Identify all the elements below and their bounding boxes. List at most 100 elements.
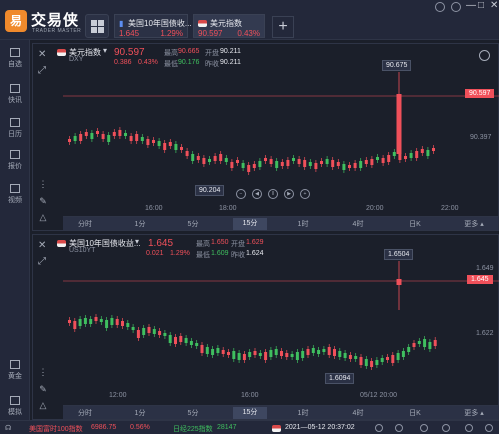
- candle: [348, 352, 352, 362]
- x-axis-label: 18:00: [219, 205, 237, 212]
- volume-icon[interactable]: [465, 424, 473, 432]
- candle: [415, 148, 419, 161]
- candle: [126, 320, 130, 330]
- candle: [184, 335, 188, 346]
- layout-grid-button[interactable]: [85, 14, 109, 38]
- sidebar-label: 日历: [8, 131, 22, 138]
- candle: [290, 351, 294, 360]
- tf-timeshare[interactable]: 分时: [75, 408, 95, 418]
- candle: [158, 328, 162, 338]
- x-axis-label: 22:00: [441, 205, 459, 212]
- tf-1hour[interactable]: 1时: [293, 219, 313, 229]
- draw-tool-icon[interactable]: ⋮: [37, 179, 49, 191]
- candle: [428, 339, 432, 352]
- pause-icon[interactable]: ‖: [268, 189, 278, 199]
- candle: [308, 159, 312, 169]
- y-axis-label: 90.397: [470, 134, 492, 141]
- sidebar-item-simulate[interactable]: 模拟: [0, 396, 30, 417]
- candle: [205, 344, 209, 357]
- tf-5min[interactable]: 5分: [183, 408, 203, 418]
- candlestick-chart-dxy[interactable]: [33, 44, 499, 232]
- pen-tool-icon[interactable]: ✎: [37, 384, 49, 396]
- candle: [407, 344, 411, 355]
- candle: [386, 354, 389, 363]
- bell-icon[interactable]: [485, 424, 493, 432]
- candle: [303, 157, 307, 170]
- tf-daily[interactable]: 日K: [405, 219, 425, 229]
- tf-1min[interactable]: 1分: [130, 219, 150, 229]
- close-button[interactable]: ✕: [490, 0, 498, 11]
- candle: [174, 141, 178, 153]
- timeframe-bar: 分时 1分 5分 15分 1时 4时 日K 更多 ▴: [63, 405, 499, 419]
- sidebar-item-video[interactable]: 视频: [0, 184, 30, 205]
- link-icon[interactable]: [375, 424, 383, 432]
- tf-more[interactable]: 更多 ▴: [458, 408, 490, 418]
- sidebar-item-news[interactable]: 快讯: [0, 84, 30, 105]
- candle: [359, 354, 363, 368]
- candlestick-chart-us10y[interactable]: [33, 235, 499, 421]
- sidebar-label: 黄金: [8, 373, 22, 380]
- sidebar-item-favorites[interactable]: 自选: [0, 48, 30, 69]
- tf-15min[interactable]: 15分: [233, 218, 267, 230]
- sidebar-item-gold[interactable]: 黄金: [0, 360, 30, 381]
- maximize-button[interactable]: □: [478, 0, 484, 11]
- measure-tool-icon[interactable]: △: [37, 400, 49, 412]
- zoom-in-icon[interactable]: +: [300, 189, 310, 199]
- tf-more[interactable]: 更多 ▴: [458, 219, 490, 229]
- candle: [336, 159, 340, 169]
- tab-us10y-name: 美国10年国债收...: [128, 19, 192, 28]
- minimize-button[interactable]: —: [466, 0, 476, 11]
- x-axis-label: 05/12 20:00: [360, 392, 397, 399]
- candle: [224, 155, 228, 165]
- candle: [353, 160, 357, 171]
- add-tab-button[interactable]: +: [272, 16, 294, 38]
- sidebar-label: 快讯: [8, 97, 22, 104]
- tf-timeshare[interactable]: 分时: [75, 219, 95, 229]
- sidebar-label: 视频: [8, 197, 22, 204]
- candle: [320, 158, 323, 167]
- candle: [401, 348, 405, 360]
- candle: [269, 156, 273, 167]
- sidebar-item-calendar[interactable]: 日历: [0, 118, 30, 139]
- candle-spike: [396, 261, 402, 310]
- sidebar-label: 自选: [8, 61, 22, 68]
- app-brand: 交易侠: [31, 12, 80, 29]
- tf-4hour[interactable]: 4时: [348, 408, 368, 418]
- settings-icon[interactable]: [451, 2, 461, 12]
- tf-15min[interactable]: 15分: [233, 407, 267, 419]
- candle: [364, 356, 368, 369]
- candle: [274, 346, 278, 358]
- rewind-icon[interactable]: ◀: [252, 189, 262, 199]
- tab-dxy-name: 美元指数: [210, 19, 242, 28]
- draw-tool-icon[interactable]: ⋮: [37, 367, 49, 379]
- display-icon[interactable]: [395, 424, 403, 432]
- candle: [99, 316, 103, 325]
- candle: [404, 153, 407, 162]
- tab-us10y[interactable]: ▮ 美国10年国债收... 1.645 1.29%: [114, 14, 192, 38]
- tab-dxy[interactable]: 美元指数 90.597 0.43%: [193, 14, 265, 38]
- ticker-name: 日经225指数: [173, 426, 213, 433]
- measure-tool-icon[interactable]: △: [37, 212, 49, 224]
- app-brand-sub: TRADER MASTER: [32, 28, 82, 34]
- tf-1min[interactable]: 1分: [130, 408, 150, 418]
- tf-daily[interactable]: 日K: [405, 408, 425, 418]
- zoom-out-icon[interactable]: −: [236, 189, 246, 199]
- timeframe-bar: 分时 1分 5分 15分 1时 4时 日K 更多 ▴: [63, 216, 499, 230]
- candle: [152, 326, 156, 337]
- candle: [285, 350, 289, 360]
- candle: [84, 129, 88, 139]
- tf-1hour[interactable]: 1时: [293, 408, 313, 418]
- camera-icon[interactable]: [442, 424, 450, 432]
- tf-4hour[interactable]: 4时: [348, 219, 368, 229]
- forward-icon[interactable]: ▶: [284, 189, 294, 199]
- screen-icon[interactable]: [420, 424, 428, 432]
- candle: [292, 155, 295, 164]
- pen-tool-icon[interactable]: ✎: [37, 196, 49, 208]
- current-price-tag: 1.645: [467, 275, 493, 284]
- headset-icon[interactable]: ☊: [5, 424, 11, 432]
- sidebar-item-quotes[interactable]: 报价: [0, 150, 30, 171]
- tf-5min[interactable]: 5分: [183, 219, 203, 229]
- candle: [359, 158, 363, 171]
- candle: [168, 139, 172, 149]
- user-icon[interactable]: [435, 2, 445, 12]
